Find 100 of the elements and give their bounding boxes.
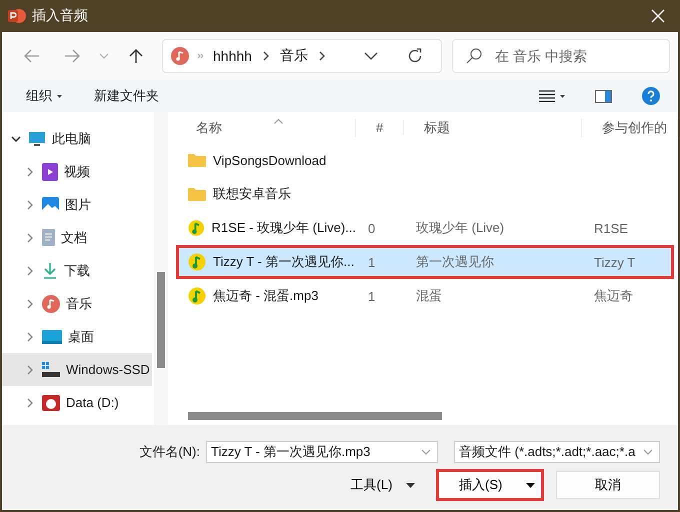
arrow-up-icon — [128, 48, 144, 64]
table-cell-text: 焦迈奇 — [593, 287, 634, 305]
table-cell-text: 1 — [367, 288, 376, 304]
music-file-icon — [188, 287, 206, 305]
table-cell-text: 第一次遇见你 — [415, 253, 495, 271]
column-header[interactable]: # — [356, 120, 404, 135]
sidebar-item[interactable]: 音乐 — [2, 287, 152, 320]
column-header[interactable]: 标题 — [404, 118, 582, 136]
sidebar-item-label: 下载 — [64, 262, 90, 280]
sidebar-item-label: 音乐 — [66, 294, 92, 312]
table-cell-text: R1SE — [593, 220, 629, 236]
help-icon — [642, 87, 660, 105]
file-type-dropdown[interactable]: 音频文件 (*.adts;*.adt;*.aac;*.a — [454, 441, 660, 463]
chevron-right-icon[interactable] — [27, 166, 33, 176]
chevron-right-icon[interactable] — [27, 232, 33, 242]
sidebar-item[interactable]: 图片 — [2, 188, 152, 221]
music-note-icon — [42, 294, 60, 312]
document-icon — [42, 229, 55, 246]
sidebar-item[interactable]: 文档 — [2, 221, 152, 254]
drive-icon — [42, 362, 60, 378]
music-file-icon — [188, 219, 205, 237]
insert-button[interactable]: 插入(S) — [438, 471, 542, 499]
download-arrow-icon — [42, 262, 58, 279]
close-icon — [651, 9, 665, 23]
music-note-icon — [171, 47, 189, 65]
folder-icon — [188, 153, 206, 167]
caret-icon — [99, 53, 109, 59]
chevron-right-icon[interactable] — [27, 298, 33, 308]
picture-icon — [42, 197, 59, 212]
chevron-icon — [318, 51, 326, 61]
table-cell-text: 0 — [367, 220, 376, 236]
sidebar-item[interactable]: 下载 — [2, 254, 152, 287]
sidebar-item[interactable]: 视频 — [2, 155, 152, 188]
sidebar-item-label: Data (D:) — [66, 395, 119, 410]
scrollbar-thumb[interactable] — [157, 272, 165, 368]
desktop-icon — [42, 330, 62, 344]
sidebar-item[interactable]: 此电脑 — [2, 122, 152, 155]
chevron-icon — [262, 51, 270, 61]
chevron-right-icon[interactable] — [27, 266, 33, 276]
search-icon — [466, 48, 482, 64]
sidebar-item-label: 文档 — [61, 228, 87, 246]
sidebar-item-label: 桌面 — [68, 328, 94, 346]
breadcrumb-link[interactable]: 音乐 — [278, 47, 310, 65]
sidebar-item-label: 图片 — [65, 196, 91, 214]
field-label: 文件名(N): — [139, 443, 200, 461]
column-header[interactable]: 参与创作的 — [582, 118, 678, 136]
sidebar-item[interactable]: Windows-SSD — [2, 353, 152, 386]
monitor-icon — [28, 130, 46, 146]
file-row[interactable]: R1SE - 玫瑰少年 (Live)... 0 玫瑰少年 (Live) R1SE — [176, 211, 674, 245]
pane-icon — [595, 90, 612, 102]
file-name: R1SE - 玫瑰少年 (Live)... — [212, 219, 356, 237]
caret-icon — [421, 449, 431, 455]
chevron-right-icon[interactable] — [27, 332, 33, 342]
file-name: 焦迈奇 - 混蛋.mp3 — [213, 287, 318, 305]
table-cell-text: 1 — [367, 254, 376, 270]
file-name: VipSongsDownload — [213, 152, 326, 168]
table-cell-text: Tizzy T — [593, 254, 636, 270]
caret-icon — [526, 482, 535, 488]
scrollbar-thumb[interactable] — [188, 412, 442, 420]
film-icon — [42, 162, 58, 180]
new-folder-button[interactable]: 新建文件夹 — [88, 83, 165, 109]
search-field[interactable]: 在 音乐 中搜索 — [452, 39, 670, 73]
file-row[interactable]: 焦迈奇 - 混蛋.mp3 1 混蛋 焦迈奇 — [176, 279, 674, 313]
drive-icon — [42, 394, 60, 410]
folder-icon — [188, 187, 206, 201]
file-name: 联想安卓音乐 — [213, 185, 291, 203]
caret-icon — [643, 449, 653, 455]
table-cell-text: 玫瑰少年 (Live) — [415, 219, 506, 237]
caret-icon — [57, 94, 62, 98]
organize-menu[interactable]: 组织 — [20, 83, 68, 109]
window-title: 插入音频 — [32, 7, 89, 25]
column-header[interactable]: 名称 — [176, 118, 356, 136]
app-logo-icon — [8, 7, 26, 25]
file-row[interactable]: 联想安卓音乐 — [176, 177, 674, 211]
filename-field[interactable]: Tizzy T - 第一次遇见你.mp3 — [206, 441, 438, 463]
caret-icon — [560, 94, 565, 98]
breadcrumb-link[interactable]: hhhhh — [211, 48, 254, 64]
tools-menu-button[interactable]: 工具(L) — [340, 471, 426, 499]
address-bar[interactable]: hhhhh 音乐 — [162, 39, 442, 73]
sidebar-item[interactable]: Data (D:) — [2, 386, 152, 419]
arrow-right-icon — [64, 49, 80, 63]
sidebar-item-label: 视频 — [64, 162, 90, 180]
chevron-right-icon[interactable] — [27, 200, 33, 210]
sidebar-item-label: 此电脑 — [52, 130, 91, 148]
sidebar-item[interactable]: 桌面 — [2, 320, 152, 353]
refresh-icon — [407, 48, 423, 64]
file-row[interactable]: VipSongsDownload — [176, 143, 674, 177]
chevron-right-icon[interactable] — [27, 398, 33, 408]
caret-icon — [364, 52, 378, 60]
caret-icon — [406, 482, 416, 488]
chevron-right-icon[interactable] — [27, 364, 33, 374]
arrow-left-icon — [24, 49, 40, 63]
file-name: Tizzy T - 第一次遇见你... — [213, 253, 354, 271]
sidebar-item-label: Windows-SSD — [66, 362, 150, 377]
music-file-icon — [188, 253, 206, 271]
list-view-icon — [539, 90, 555, 102]
cancel-button[interactable]: 取消 — [556, 471, 660, 499]
table-cell-text: 混蛋 — [415, 287, 443, 305]
chevron-down-icon[interactable] — [11, 136, 21, 142]
file-row[interactable]: Tizzy T - 第一次遇见你... 1 第一次遇见你 Tizzy T — [176, 245, 674, 279]
